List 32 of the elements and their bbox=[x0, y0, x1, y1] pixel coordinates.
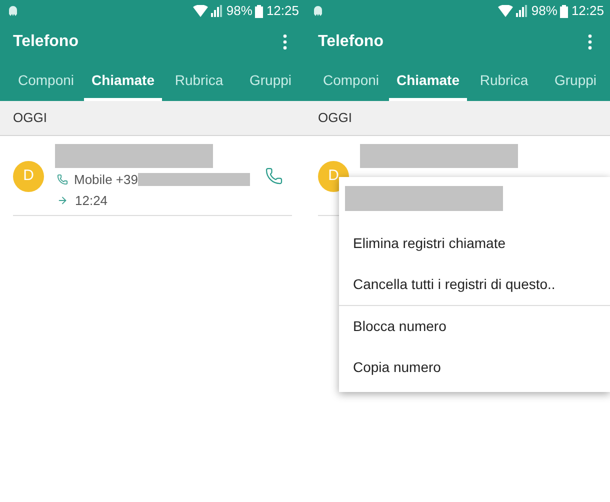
notification-icon bbox=[6, 4, 20, 18]
outgoing-arrow-icon bbox=[57, 195, 68, 206]
signal-icon bbox=[211, 5, 224, 17]
menu-item[interactable]: Blocca numero bbox=[339, 306, 610, 347]
wifi-icon bbox=[193, 5, 208, 17]
battery-icon bbox=[255, 4, 264, 18]
battery-icon bbox=[560, 4, 568, 18]
wifi-icon bbox=[498, 5, 514, 17]
contact-avatar: D bbox=[13, 161, 44, 192]
app-title: Telefono bbox=[318, 32, 384, 52]
call-number: Mobile +39 bbox=[74, 171, 138, 189]
tab[interactable]: Componi bbox=[313, 62, 389, 101]
clock: 12:25 bbox=[266, 2, 299, 20]
tab[interactable]: Gruppi bbox=[236, 62, 305, 101]
phone-icon bbox=[57, 174, 68, 186]
tab[interactable]: Gruppi bbox=[541, 62, 610, 101]
app-title: Telefono bbox=[13, 32, 80, 52]
signal-icon bbox=[516, 5, 530, 17]
notification-icon bbox=[311, 4, 325, 18]
tab[interactable]: Componi bbox=[8, 62, 84, 101]
tab[interactable]: Rubrica bbox=[467, 62, 541, 101]
section-header: OGGI bbox=[0, 101, 305, 136]
call-time: 12:24 bbox=[75, 192, 108, 210]
clock: 12:25 bbox=[571, 2, 604, 20]
menu-item[interactable]: Cancella tutti i registri di questo.. bbox=[339, 264, 610, 305]
battery-percent: 98% bbox=[531, 2, 558, 20]
menu-item[interactable]: Elimina registri chiamate bbox=[339, 223, 610, 264]
menu-item[interactable]: Copia numero bbox=[339, 347, 610, 388]
section-header: OGGI bbox=[305, 101, 610, 136]
tab[interactable]: Rubrica bbox=[162, 62, 236, 101]
battery-percent: 98% bbox=[226, 2, 252, 20]
call-button-icon[interactable] bbox=[265, 167, 283, 185]
